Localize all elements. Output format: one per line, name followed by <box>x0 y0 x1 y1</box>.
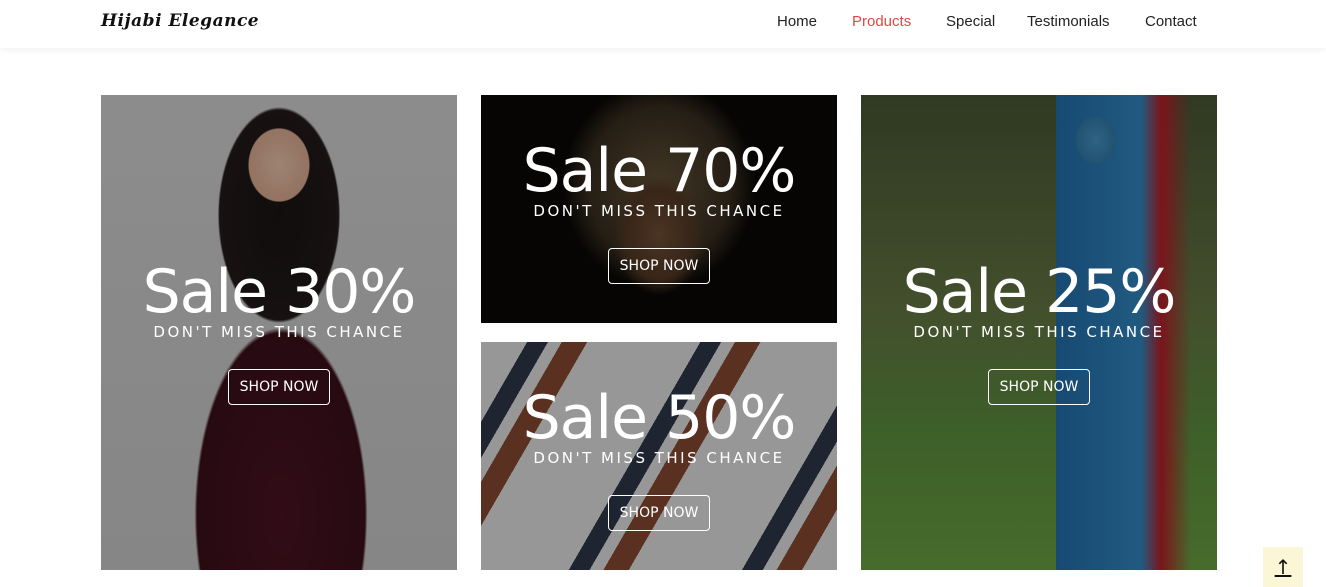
promo-title: Sale 30% <box>142 256 417 327</box>
navbar: Hijabi Elegance Home Products Special Te… <box>0 0 1326 48</box>
promo-subtitle: DON'T MISS THIS CHANCE <box>913 322 1165 341</box>
shop-now-button[interactable]: SHOP NOW <box>227 368 331 405</box>
promo-content: Sale 25% DON'T MISS THIS CHANCE SHOP NOW <box>903 261 1176 405</box>
nav-link-products[interactable]: Products <box>852 13 911 30</box>
promo-title: Sale 70% <box>522 136 797 206</box>
shop-now-button[interactable]: SHOP NOW <box>987 368 1091 405</box>
nav-links: Home Products Special Testimonials Conta… <box>0 13 1326 35</box>
promo-content: Sale 70% DON'T MISS THIS CHANCE SHOP NOW <box>523 140 796 284</box>
promo-card-sale-25: Sale 25% DON'T MISS THIS CHANCE SHOP NOW <box>861 95 1217 570</box>
nav-link-contact[interactable]: Contact <box>1145 13 1197 30</box>
promo-subtitle: DON'T MISS THIS CHANCE <box>533 449 785 467</box>
nav-link-home[interactable]: Home <box>777 13 817 30</box>
promo-content: Sale 30% DON'T MISS THIS CHANCE SHOP NOW <box>143 261 416 405</box>
promo-subtitle: DON'T MISS THIS CHANCE <box>153 322 405 341</box>
arrow-up-icon: ↑ <box>1274 555 1292 579</box>
nav-link-special[interactable]: Special <box>946 13 995 30</box>
shop-now-button[interactable]: SHOP NOW <box>607 495 711 531</box>
promo-content: Sale 50% DON'T MISS THIS CHANCE SHOP NOW <box>523 387 796 531</box>
promo-card-sale-70: Sale 70% DON'T MISS THIS CHANCE SHOP NOW <box>481 95 837 323</box>
nav-link-testimonials[interactable]: Testimonials <box>1027 13 1110 30</box>
promo-card-sale-50: Sale 50% DON'T MISS THIS CHANCE SHOP NOW <box>481 342 837 570</box>
promo-title: Sale 25% <box>902 256 1177 327</box>
promo-subtitle: DON'T MISS THIS CHANCE <box>533 202 785 220</box>
promo-card-sale-30: Sale 30% DON'T MISS THIS CHANCE SHOP NOW <box>101 95 457 570</box>
promo-title: Sale 50% <box>522 383 797 453</box>
scroll-to-top-button[interactable]: ↑ <box>1263 547 1303 587</box>
shop-now-button[interactable]: SHOP NOW <box>607 248 711 284</box>
